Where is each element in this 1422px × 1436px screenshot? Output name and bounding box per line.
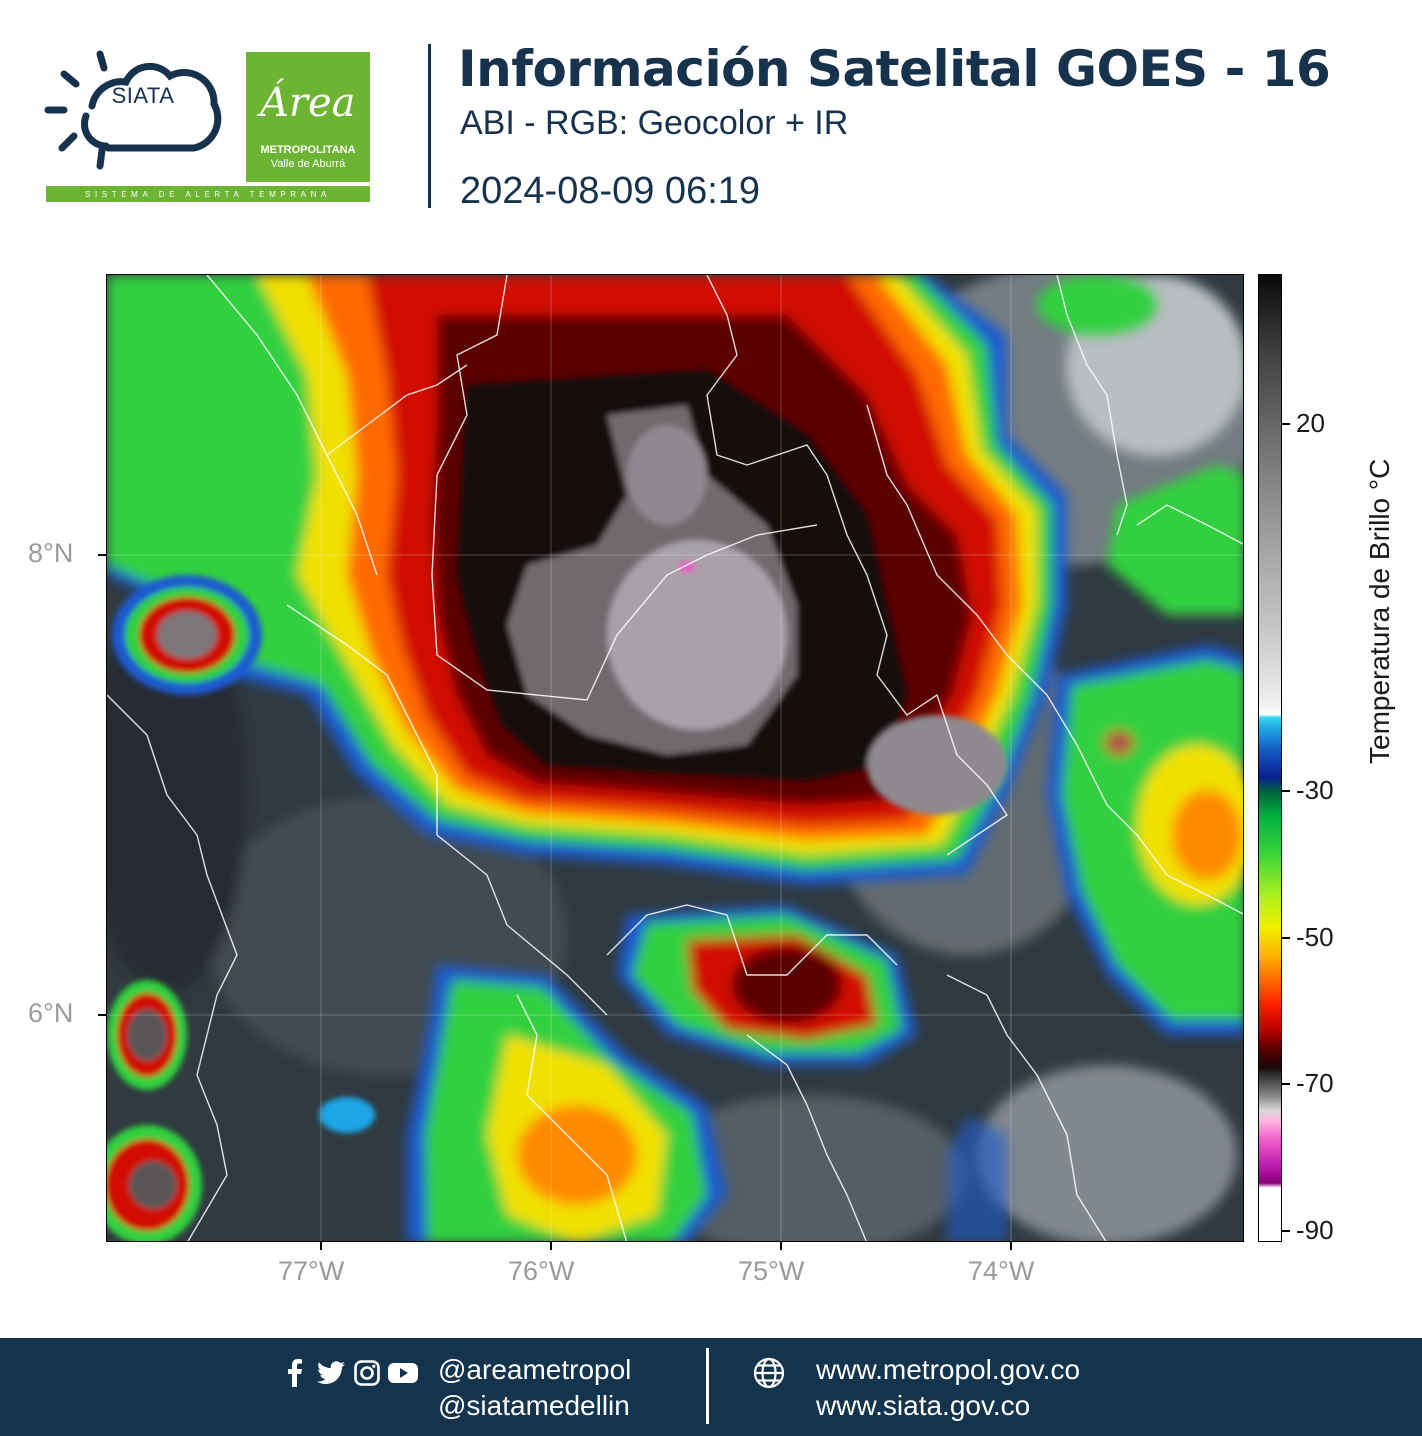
lon-tick-mark <box>1010 1242 1012 1250</box>
lat-tick-label-6n: 6°N <box>28 998 74 1028</box>
footer-divider <box>706 1348 709 1424</box>
colorbar-title: Temperatura de Brillo °C <box>1364 458 1395 764</box>
colorbar-label-minus70: -70 <box>1296 1068 1334 1098</box>
lat-tick-mark <box>98 554 106 556</box>
satellite-image <box>107 275 1243 1241</box>
colorbar-tick-mark <box>1282 423 1290 425</box>
colorbar <box>1258 274 1282 1242</box>
image-timestamp: 2024-08-09 06:19 <box>460 170 761 212</box>
globe-icon <box>753 1357 785 1389</box>
facebook-icon[interactable] <box>280 1358 310 1388</box>
colorbar-tick-mark <box>1282 1230 1290 1232</box>
area-line-valle: Valle de Aburrá <box>270 158 346 170</box>
header-divider <box>428 44 431 208</box>
secondary-cold-top <box>867 715 1007 815</box>
storm-bright-core <box>607 540 787 730</box>
colorbar-tick-mark <box>1282 1083 1290 1085</box>
overshooting-top-marker <box>678 561 696 573</box>
instagram-icon[interactable] <box>352 1358 382 1388</box>
satellite-map <box>106 274 1244 1242</box>
colorbar-label-minus90: -90 <box>1296 1215 1334 1245</box>
lon-tick-mark <box>780 1242 782 1250</box>
area-script-text: Área <box>260 80 356 126</box>
page-title: Información Satelital GOES - 16 <box>458 40 1331 98</box>
colorbar-tick-mark <box>1282 790 1290 792</box>
lon-tick-label-77w: 77°W <box>278 1256 345 1286</box>
lon-tick-label-74w: 74°W <box>968 1256 1035 1286</box>
twitter-icon[interactable] <box>316 1358 346 1388</box>
siata-wordmark: SIATA <box>111 83 175 108</box>
social-icons <box>280 1358 418 1388</box>
link-siata[interactable]: www.siata.gov.co <box>816 1390 1030 1422</box>
lon-tick-label-76w: 76°W <box>508 1256 575 1286</box>
handle-siatamedellin[interactable]: @siatamedellin <box>438 1390 630 1422</box>
lon-tick-mark <box>550 1242 552 1250</box>
alert-system-band: SISTEMA DE ALERTA TEMPRANA <box>46 186 370 202</box>
youtube-icon[interactable] <box>388 1358 418 1388</box>
area-line-metropolitana: METROPOLITANA <box>260 144 356 156</box>
page-subtitle: ABI - RGB: Geocolor + IR <box>460 104 849 142</box>
colorbar-label-minus30: -30 <box>1296 775 1334 805</box>
lon-tick-mark <box>320 1242 322 1250</box>
handle-areametropol[interactable]: @areametropol <box>438 1354 631 1386</box>
colorbar-tick-mark <box>1282 937 1290 939</box>
lat-tick-label-8n: 8°N <box>28 538 74 568</box>
lat-tick-mark <box>98 1014 106 1016</box>
colorbar-label-20: 20 <box>1296 408 1325 438</box>
area-metropolitana-logo: Área METROPOLITANA Valle de Aburrá <box>246 52 370 182</box>
lon-tick-label-75w: 75°W <box>738 1256 805 1286</box>
link-metropol[interactable]: www.metropol.gov.co <box>816 1354 1080 1386</box>
colorbar-label-minus50: -50 <box>1296 922 1334 952</box>
footer-bar: @areametropol @siatamedellin www.metropo… <box>0 1338 1422 1436</box>
